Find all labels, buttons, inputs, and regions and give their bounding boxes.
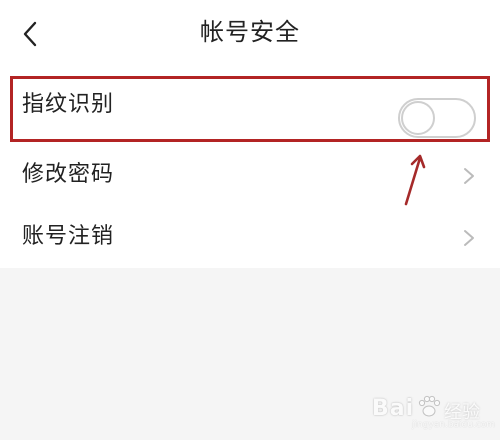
watermark-url: jingyan.baidu.com	[412, 420, 496, 430]
watermark-text-secondary: 经验	[444, 402, 480, 423]
header-bar: 帐号安全	[0, 0, 500, 64]
paw-icon	[418, 395, 441, 417]
fingerprint-toggle[interactable]	[398, 98, 476, 138]
watermark: Bai 经验 jingyan.baidu.com	[372, 390, 495, 430]
settings-item-label: 指纹识别	[22, 92, 115, 117]
settings-item-label: 账号注销	[22, 224, 115, 249]
toggle-knob	[401, 101, 435, 135]
settings-item-label: 修改密码	[22, 162, 115, 187]
settings-item-fingerprint: 指纹识别	[0, 76, 500, 138]
page-title: 帐号安全	[200, 18, 300, 46]
settings-list: 指纹识别 修改密码 账号注销	[0, 64, 500, 268]
settings-item-change-password[interactable]: 修改密码	[0, 146, 500, 208]
settings-item-account-cancellation[interactable]: 账号注销	[0, 208, 500, 270]
chevron-right-icon	[464, 168, 474, 184]
watermark-text: Bai	[372, 396, 415, 421]
screen: 帐号安全 指纹识别 修改密码 账号注销 Bai 经验 jingyan.baidu…	[0, 0, 500, 440]
chevron-right-icon	[464, 230, 474, 246]
